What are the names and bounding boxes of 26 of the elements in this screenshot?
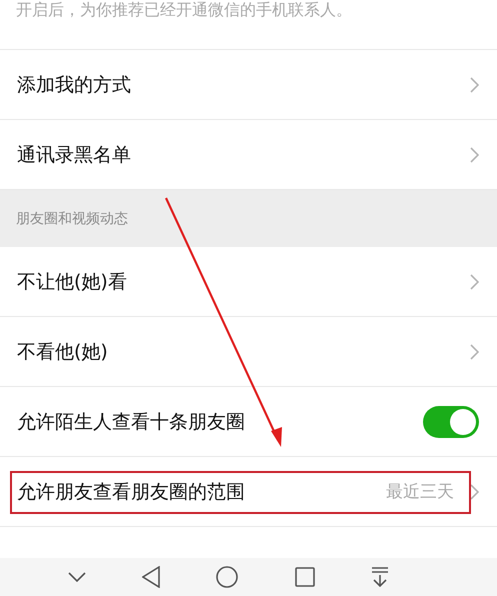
- chevron-icon: [470, 76, 479, 92]
- settings-row[interactable]: 添加我的方式: [0, 50, 497, 120]
- section-header: 朋友圈和视频动态: [15, 210, 129, 228]
- settings-row[interactable]: 通讯录黑名单: [0, 120, 497, 190]
- chevron-icon: [470, 146, 479, 162]
- row-value: 最近三天: [386, 481, 454, 503]
- settings-row[interactable]: 允许陌生人查看十条朋友圈: [0, 387, 497, 457]
- download-icon[interactable]: [370, 567, 389, 587]
- row-label: 允许陌生人查看十条朋友圈: [17, 410, 246, 434]
- row-label: 不让他(她)看: [17, 270, 128, 294]
- back-icon[interactable]: [142, 566, 160, 588]
- hint-text: 开启后，为你推荐已经开通微信的手机联系人。: [16, 0, 352, 20]
- row-label: 允许朋友查看朋友圈的范围: [17, 480, 246, 504]
- collapse-icon[interactable]: [68, 572, 86, 582]
- chevron-icon: [470, 484, 479, 500]
- chevron-icon: [470, 274, 479, 290]
- row-label: 通讯录黑名单: [17, 142, 132, 168]
- row-label: 添加我的方式: [17, 72, 132, 98]
- settings-row[interactable]: 允许朋友查看朋友圈的范围 最近三天: [0, 457, 497, 527]
- settings-row[interactable]: 不让他(她)看: [0, 247, 497, 317]
- home-icon[interactable]: [216, 566, 238, 588]
- row-label: 不看他(她): [17, 340, 109, 364]
- chevron-icon: [470, 344, 479, 360]
- recents-icon[interactable]: [294, 567, 315, 587]
- toggle-switch[interactable]: [423, 406, 479, 438]
- settings-row[interactable]: 不看他(她): [0, 317, 497, 387]
